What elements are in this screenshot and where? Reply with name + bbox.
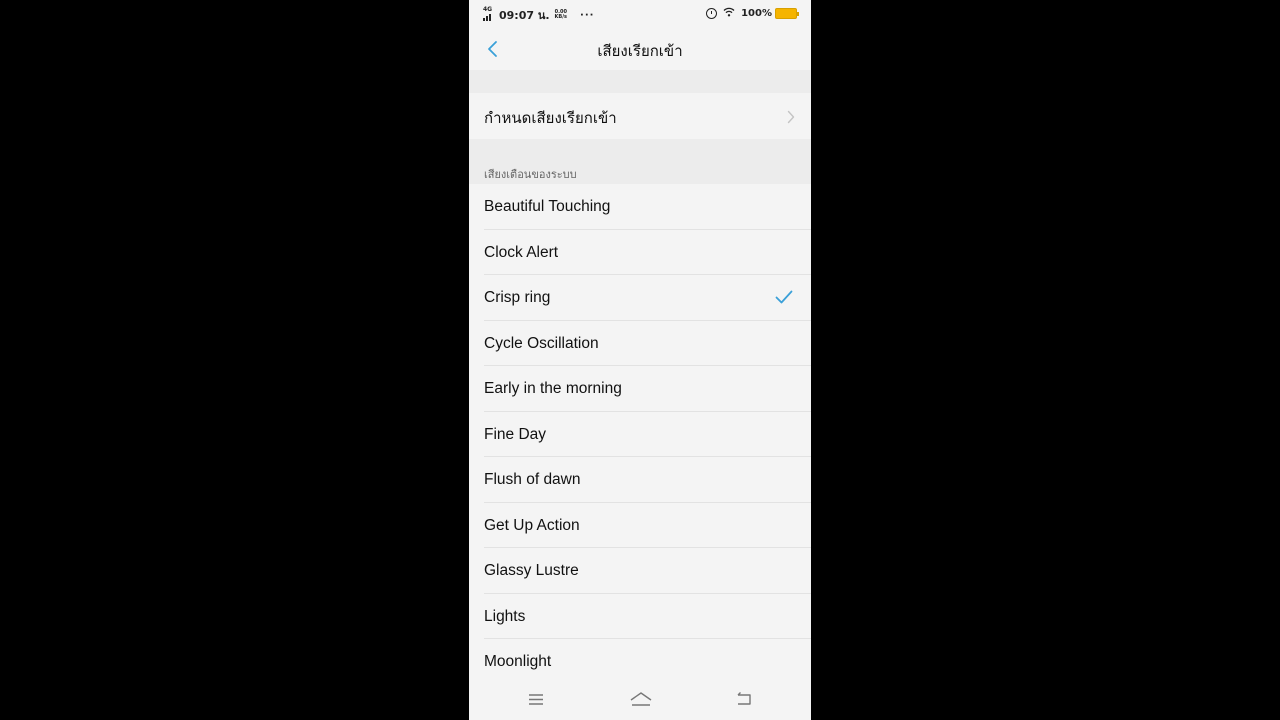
page-title: เสียงเรียกเข้า <box>597 42 683 60</box>
section-label: เสียงเตือนของระบบ <box>484 168 577 181</box>
menu-icon <box>529 694 543 705</box>
ringtone-label: Glassy Lustre <box>484 562 579 579</box>
menu-button[interactable] <box>527 690 545 712</box>
checkmark-icon <box>775 289 793 309</box>
chevron-right-icon <box>787 109 795 128</box>
ringtone-item[interactable]: Moonlight <box>469 639 811 685</box>
ringtone-item[interactable]: Crisp ring <box>469 275 811 321</box>
battery-percentage: 100% <box>741 8 772 19</box>
ringtone-item[interactable]: Beautiful Touching <box>469 184 811 230</box>
wifi-icon <box>723 7 735 20</box>
phone-screen: 4G 09:07 น. 0.00 KB/s ··· 100% เสียงเรีย… <box>469 0 811 720</box>
ringtone-item[interactable]: Glassy Lustre <box>469 548 811 594</box>
status-right: 100% <box>706 7 799 20</box>
battery-icon <box>775 8 799 19</box>
ringtone-item[interactable]: Get Up Action <box>469 502 811 548</box>
signal-icon: 4G <box>483 6 497 22</box>
ringtone-label: Clock Alert <box>484 243 559 261</box>
ringtone-label: Crisp ring <box>484 289 551 306</box>
ringtone-label: Lights <box>484 607 526 625</box>
ringtone-label: Cycle Oscillation <box>484 334 599 352</box>
status-bar: 4G 09:07 น. 0.00 KB/s ··· 100% <box>469 0 811 28</box>
ringtone-item[interactable]: Cycle Oscillation <box>469 320 811 366</box>
ringtone-label: Beautiful Touching <box>484 198 611 215</box>
header: เสียงเรียกเข้า <box>469 28 811 70</box>
network-type: 4G <box>483 6 493 13</box>
status-left: 4G 09:07 น. 0.00 KB/s ··· <box>483 6 594 24</box>
navigation-bar <box>469 680 811 720</box>
return-icon <box>737 692 751 705</box>
ringtone-item[interactable]: Early in the morning <box>469 366 811 412</box>
set-ringtone-label: กำหนดเสียงเรียกเข้า <box>484 109 617 127</box>
ringtone-item[interactable]: Clock Alert <box>469 229 811 275</box>
ringtone-label: Fine Day <box>484 425 547 443</box>
set-ringtone-row[interactable]: กำหนดเสียงเรียกเข้า <box>469 93 811 139</box>
network-speed-unit: KB/s <box>554 14 568 20</box>
ringtone-label: Get Up Action <box>484 516 580 534</box>
more-notifications-icon: ··· <box>580 9 595 21</box>
ringtone-item[interactable]: Fine Day <box>469 411 811 457</box>
divider-band <box>469 70 811 93</box>
home-icon <box>630 692 652 706</box>
ringtone-label: Flush of dawn <box>484 471 581 488</box>
back-nav-button[interactable] <box>735 690 753 712</box>
clock: 09:07 น. <box>499 9 550 22</box>
home-button[interactable] <box>629 690 653 712</box>
network-speed: 0.00 KB/s <box>555 10 568 20</box>
ringtone-item[interactable]: Flush of dawn <box>469 457 811 503</box>
ringtone-item[interactable]: Lights <box>469 593 811 639</box>
ringtone-label: Early in the morning <box>484 380 622 397</box>
section-header: เสียงเตือนของระบบ <box>469 139 811 184</box>
ringtone-list: Beautiful Touching Clock Alert Crisp ring C… <box>469 184 811 685</box>
alarm-icon <box>706 8 718 19</box>
ringtone-label: Moonlight <box>484 653 552 670</box>
